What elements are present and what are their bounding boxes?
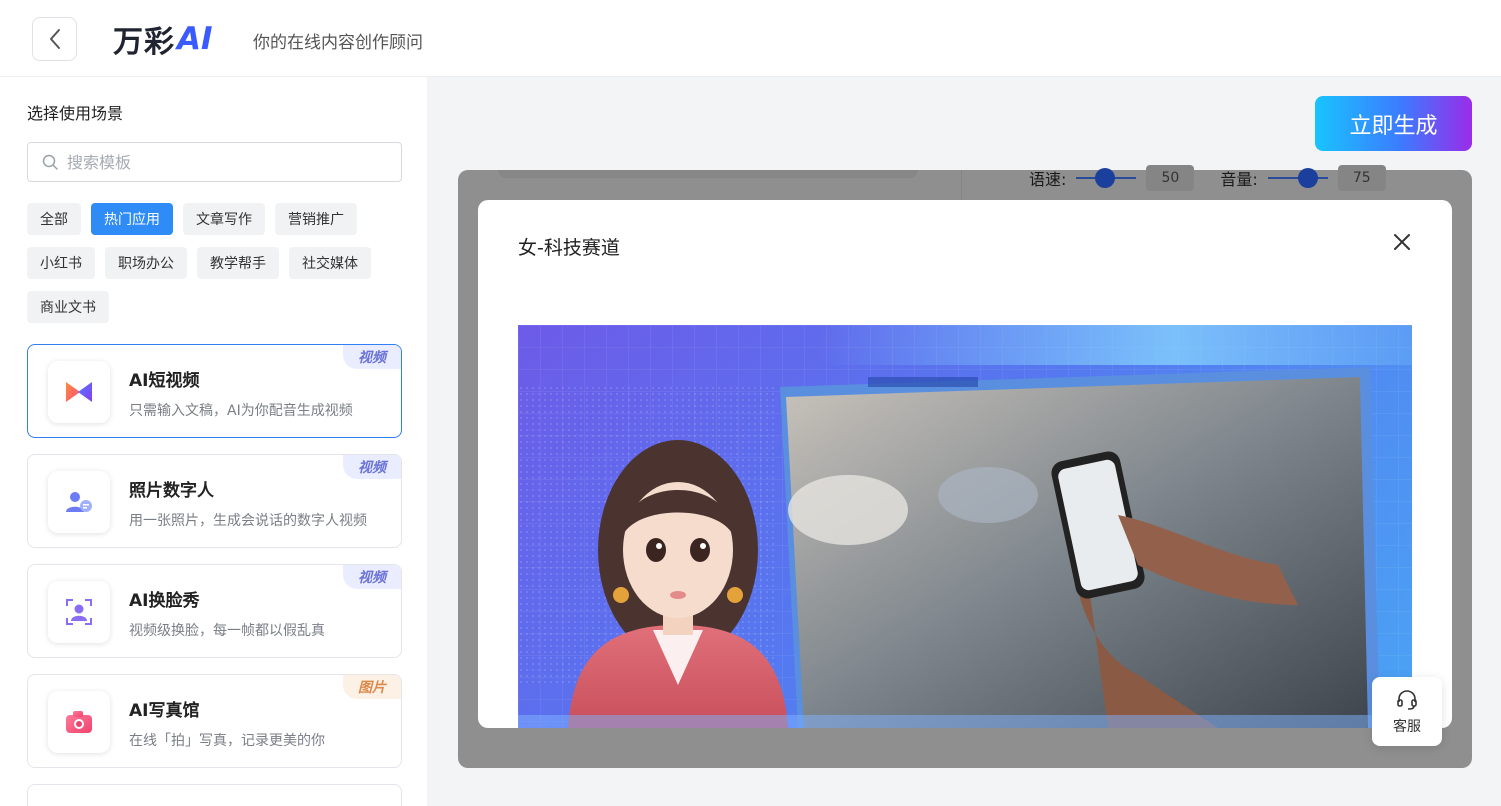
speed-label: 语速: xyxy=(1029,170,1067,189)
headset-icon xyxy=(1397,689,1417,710)
generate-button[interactable]: 立即生成 xyxy=(1315,96,1472,151)
video-play-icon xyxy=(48,361,110,423)
camera-icon xyxy=(48,691,110,753)
card-badge: 视频 xyxy=(343,565,401,589)
category-tags: 全部 热门应用 文章写作 营销推广 小红书 职场办公 教学帮手 社交媒体 商业文… xyxy=(27,203,407,323)
customer-service-label: 客服 xyxy=(1393,718,1421,735)
card-badge: 图片 xyxy=(343,675,401,699)
card-description: 只需输入文稿，AI为你配音生成视频 xyxy=(129,403,353,419)
card-description: 视频级换脸，每一帧都以假乱真 xyxy=(129,623,325,639)
card-photo-digital-human[interactable]: 照片数字人 用一张照片，生成会说话的数字人视频 视频 xyxy=(27,454,402,548)
volume-slider[interactable] xyxy=(1267,168,1328,188)
close-icon[interactable] xyxy=(1392,232,1412,252)
voice-settings-row: 语速: 50 音量: 75 xyxy=(1029,165,1386,191)
logo-ai-mark: AI xyxy=(177,21,213,57)
tag-article-writing[interactable]: 文章写作 xyxy=(183,203,265,235)
customer-service-button[interactable]: 客服 xyxy=(1372,677,1442,746)
tag-marketing[interactable]: 营销推广 xyxy=(275,203,357,235)
card-badge: 视频 xyxy=(343,345,401,369)
preview-scene-illustration xyxy=(518,325,1412,728)
search-box[interactable] xyxy=(27,142,402,182)
app-slogan: 你的在线内容创作顾问 xyxy=(253,33,423,53)
search-icon xyxy=(42,154,58,170)
card-description: 用一张照片，生成会说话的数字人视频 xyxy=(129,513,367,529)
logo-text: 万彩 xyxy=(113,25,175,60)
scene-card-list: AI短视频 只需输入文稿，AI为你配音生成视频 视频 照片数字人 用一张照片，生… xyxy=(27,344,402,806)
volume-value[interactable]: 75 xyxy=(1337,165,1386,191)
card-badge: 视频 xyxy=(343,455,401,479)
card-title: AI换脸秀 xyxy=(129,591,200,611)
volume-label: 音量: xyxy=(1220,170,1258,189)
card-ai-face-swap[interactable]: AI换脸秀 视频级换脸，每一帧都以假乱真 视频 xyxy=(27,564,402,658)
volume-slider-knob[interactable] xyxy=(1297,168,1318,188)
face-swap-icon xyxy=(48,581,110,643)
card-title: AI短视频 xyxy=(129,371,200,391)
card-ai-short-video[interactable]: AI短视频 只需输入文稿，AI为你配音生成视频 视频 xyxy=(27,344,402,438)
card-ai-photo-studio[interactable]: AI写真馆 在线「拍」写真，记录更美的你 图片 xyxy=(27,674,402,768)
tag-office[interactable]: 职场办公 xyxy=(105,247,187,279)
search-input[interactable] xyxy=(67,152,367,172)
modal-title: 女-科技赛道 xyxy=(518,237,620,259)
tag-hot-apps[interactable]: 热门应用 xyxy=(91,203,173,235)
digital-human-icon xyxy=(48,471,110,533)
tag-teaching[interactable]: 教学帮手 xyxy=(197,247,279,279)
card-description: 在线「拍」写真，记录更美的你 xyxy=(129,733,325,749)
app-logo[interactable]: 万彩 AI xyxy=(113,20,213,60)
chevron-left-icon xyxy=(49,29,60,49)
speed-slider[interactable] xyxy=(1076,168,1137,188)
tag-all[interactable]: 全部 xyxy=(27,203,81,235)
tag-social-media[interactable]: 社交媒体 xyxy=(289,247,371,279)
preview-modal: 女-科技赛道 xyxy=(478,200,1452,728)
speed-slider-knob[interactable] xyxy=(1095,168,1116,188)
top-header: 万彩 AI 你的在线内容创作顾问 xyxy=(0,0,1501,77)
card-partial[interactable] xyxy=(27,784,402,806)
speed-value[interactable]: 50 xyxy=(1146,165,1195,191)
sidebar-title: 选择使用场景 xyxy=(27,104,124,123)
tag-business-docs[interactable]: 商业文书 xyxy=(27,291,109,323)
card-title: 照片数字人 xyxy=(129,481,214,501)
card-title: AI写真馆 xyxy=(129,701,200,721)
scene-sidebar: 选择使用场景 全部 热门应用 文章写作 营销推广 小红书 职场办公 教学帮手 社… xyxy=(0,77,427,806)
back-button[interactable] xyxy=(32,17,77,61)
stage-text-area xyxy=(498,170,918,178)
tag-xiaohongshu[interactable]: 小红书 xyxy=(27,247,95,279)
video-preview[interactable] xyxy=(518,325,1412,728)
